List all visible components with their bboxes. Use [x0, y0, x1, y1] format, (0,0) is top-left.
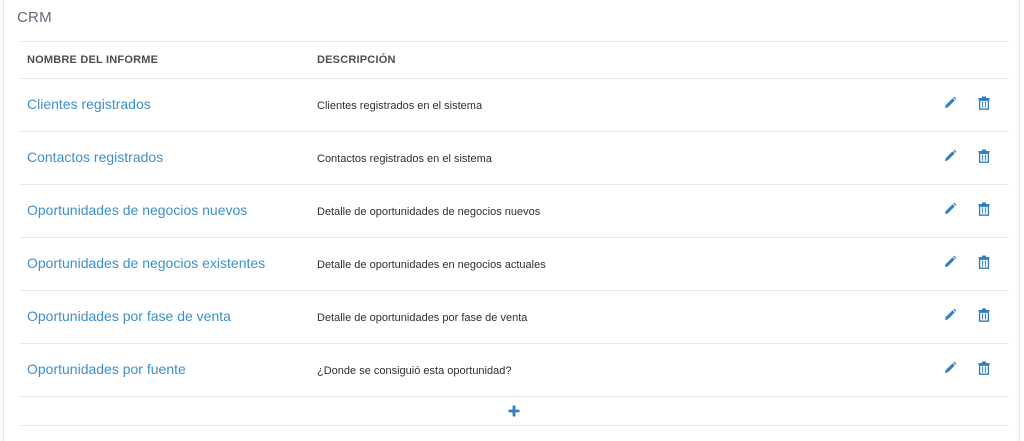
report-name-link[interactable]: Oportunidades por fuente — [19, 361, 317, 377]
trash-icon[interactable] — [975, 200, 993, 218]
pencil-icon[interactable] — [941, 147, 959, 165]
table-row: Oportunidades de negocios nuevos Detalle… — [19, 185, 1009, 238]
trash-icon[interactable] — [975, 359, 993, 377]
column-header-description: DESCRIPCIÓN — [317, 54, 396, 66]
report-name-link[interactable]: Oportunidades de negocios nuevos — [19, 202, 317, 218]
report-description: Clientes registrados en el sistema — [317, 100, 483, 112]
table-row: Oportunidades de negocios existentes Det… — [19, 238, 1009, 291]
pencil-icon[interactable] — [941, 359, 959, 377]
add-report-row — [19, 397, 1009, 426]
report-description: ¿Donde se consiguió esta oportunidad? — [317, 365, 512, 377]
pencil-icon[interactable] — [941, 94, 959, 112]
report-description: Detalle de oportunidades de negocios nue… — [317, 206, 541, 218]
trash-icon[interactable] — [975, 94, 993, 112]
trash-icon[interactable] — [975, 306, 993, 324]
trash-icon[interactable] — [975, 253, 993, 271]
report-description: Detalle de oportunidades en negocios act… — [317, 259, 546, 271]
pencil-icon[interactable] — [941, 253, 959, 271]
pencil-icon[interactable] — [941, 200, 959, 218]
row-actions — [941, 94, 993, 112]
row-actions — [941, 306, 993, 324]
row-actions — [941, 147, 993, 165]
table-row: Clientes registrados Clientes registrado… — [19, 79, 1009, 132]
plus-icon[interactable] — [505, 402, 523, 420]
report-name-link[interactable]: Clientes registrados — [19, 96, 317, 112]
report-name-link[interactable]: Contactos registrados — [19, 149, 317, 165]
section-title: CRM — [17, 9, 52, 26]
row-actions — [941, 359, 993, 377]
report-name-link[interactable]: Oportunidades de negocios existentes — [19, 255, 317, 271]
table-row: Contactos registrados Contactos registra… — [19, 132, 1009, 185]
row-actions — [941, 253, 993, 271]
reports-table: NOMBRE DEL INFORME DESCRIPCIÓN Clientes … — [19, 41, 1009, 426]
report-name-link[interactable]: Oportunidades por fase de venta — [19, 308, 317, 324]
pencil-icon[interactable] — [941, 306, 959, 324]
table-row: Oportunidades por fuente ¿Donde se consi… — [19, 344, 1009, 397]
crm-panel: CRM NOMBRE DEL INFORME DESCRIPCIÓN Clien… — [3, 0, 1020, 441]
trash-icon[interactable] — [975, 147, 993, 165]
report-description: Detalle de oportunidades por fase de ven… — [317, 312, 528, 324]
report-description: Contactos registrados en el sistema — [317, 153, 492, 165]
table-row: Oportunidades por fase de venta Detalle … — [19, 291, 1009, 344]
row-actions — [941, 200, 993, 218]
column-header-name: NOMBRE DEL INFORME — [27, 54, 159, 66]
table-header: NOMBRE DEL INFORME DESCRIPCIÓN — [19, 42, 1009, 79]
